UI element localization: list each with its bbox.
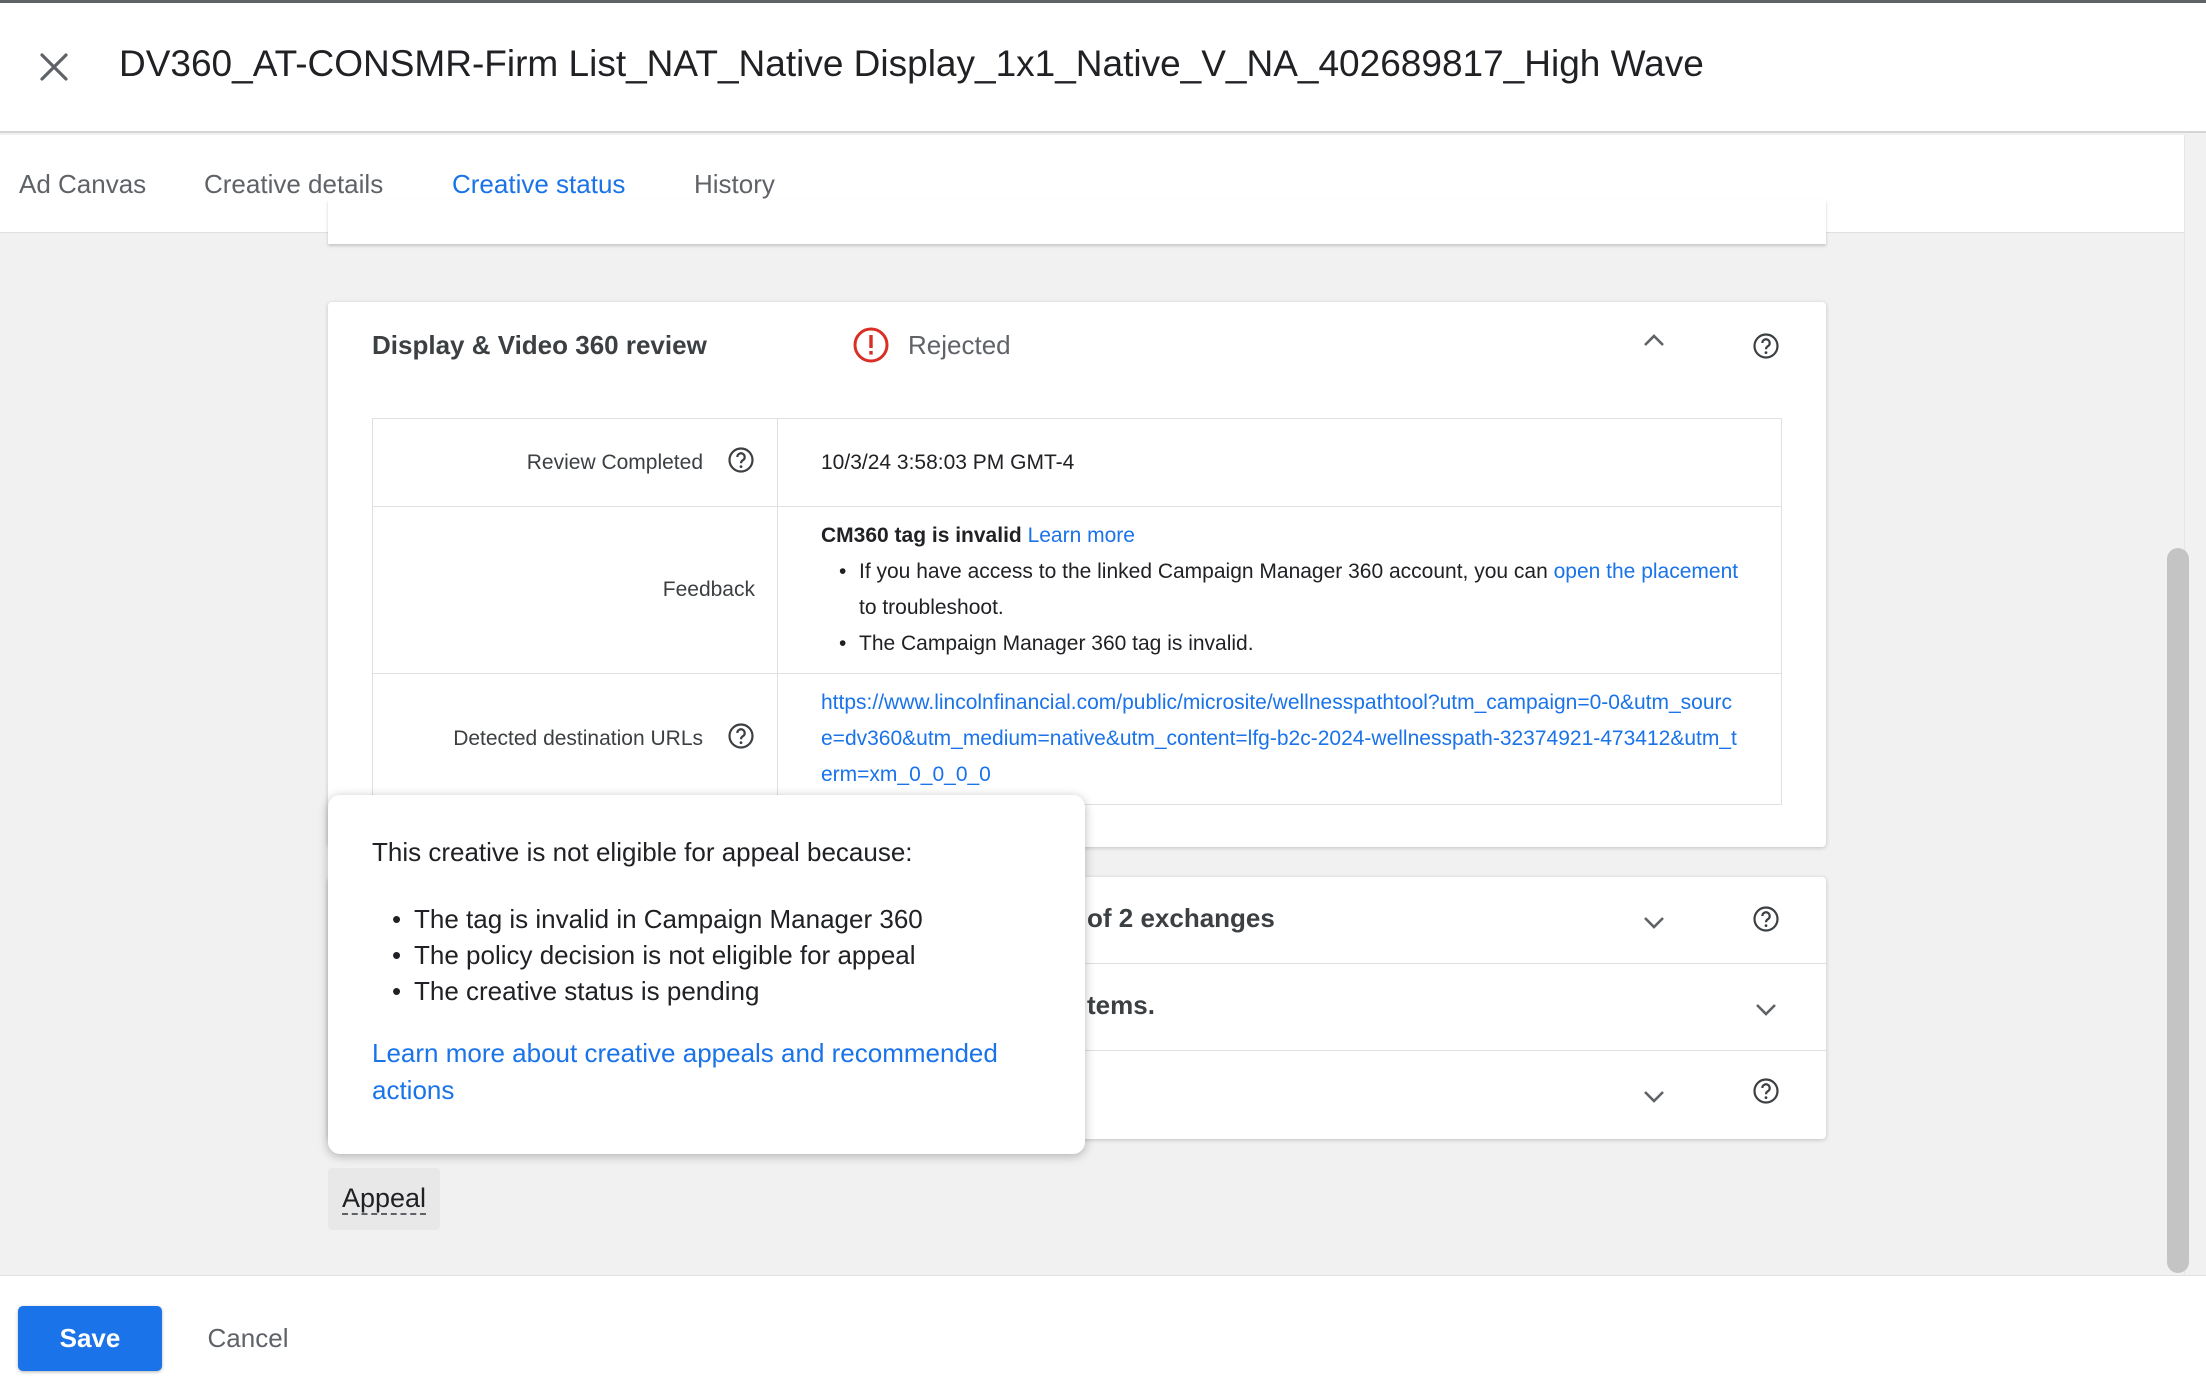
tab-ad-canvas[interactable]: Ad Canvas [19,135,146,233]
feedback-learn-more-link[interactable]: Learn more [1028,524,1135,547]
close-button[interactable] [30,39,78,95]
cancel-button[interactable]: Cancel [188,1306,308,1371]
feedback-heading: CM360 tag is invalid [821,524,1022,547]
urls-label-cell: Detected destination URLs [372,673,778,805]
review-completed-help[interactable] [727,446,755,480]
collapse-button[interactable] [1634,320,1674,360]
exchanges-row-text: of 2 exchanges [1087,903,1275,933]
appeal-ineligible-popover: This creative is not eligible for appeal… [328,795,1085,1154]
table-row: Feedback CM360 tag is invalid Learn more… [372,506,1782,674]
popover-reasons-list: The tag is invalid in Campaign Manager 3… [372,901,923,1009]
help-icon [728,723,754,749]
chevron-down-icon [1644,917,1664,929]
help-icon [1753,906,1779,932]
feedback-label: Feedback [662,578,755,601]
status-text: Rejected [908,329,1011,360]
review-status: Rejected [852,326,1011,364]
review-completed-label: Review Completed [526,450,703,474]
destination-url-link[interactable]: https://www.lincolnfinancial.com/public/… [821,691,1737,786]
open-placement-link[interactable]: open the placement [1554,560,1738,583]
review-completed-label-cell: Review Completed [372,418,778,507]
error-icon [853,327,889,363]
feedback-value: CM360 tag is invalid Learn more If you h… [777,506,1782,674]
urls-help[interactable] [727,722,755,756]
feedback-bullet-suffix: to troubleshoot. [859,596,1004,619]
chevron-down-icon [1644,1091,1664,1103]
appeal-button[interactable]: Appeal [328,1168,440,1230]
review-details-table: Review Completed 10/3/24 3:58:03 PM GMT-… [372,418,1782,805]
list-item: The tag is invalid in Campaign Manager 3… [372,901,923,937]
table-row: Detected destination URLs https://www.li… [372,673,1782,805]
list-item: If you have access to the linked Campaig… [821,554,1741,626]
expand-button[interactable] [1746,990,1786,1030]
review-help-button[interactable] [1746,326,1786,366]
appeal-button-label: Appeal [341,1183,427,1215]
scrollbar-thumb[interactable] [2167,548,2189,1273]
review-card-title: Display & Video 360 review [372,330,707,360]
feedback-bullet-text: If you have access to the linked Campaig… [859,560,1548,583]
urls-label: Detected destination URLs [453,727,703,750]
appeals-learn-more-link[interactable]: Learn more about creative appeals and re… [372,1035,1052,1109]
expand-button[interactable] [1634,1077,1674,1117]
dv360-review-card: Display & Video 360 review Rejected Revi… [328,302,1826,847]
list-item: The policy decision is not eligible for … [372,937,923,973]
destination-url-cell: https://www.lincolnfinancial.com/public/… [777,673,1782,805]
feedback-list: If you have access to the linked Campaig… [821,554,1741,662]
exchanges-help-button[interactable] [1746,899,1786,939]
chevron-up-icon [1644,334,1664,346]
line-items-row-text: tems. [1087,990,1155,1020]
table-row: Review Completed 10/3/24 3:58:03 PM GMT-… [372,418,1782,507]
close-icon [40,53,68,81]
third-row-help-button[interactable] [1746,1071,1786,1111]
help-icon [728,446,754,473]
expand-button[interactable] [1634,903,1674,943]
popover-heading: This creative is not eligible for appeal… [372,837,913,867]
list-item: The creative status is pending [372,973,923,1009]
footer-bar: Save Cancel [0,1275,2206,1386]
help-icon [1753,1078,1779,1104]
feedback-label-cell: Feedback [372,506,778,674]
review-completed-value: 10/3/24 3:58:03 PM GMT-4 [777,418,1782,507]
chevron-down-icon [1756,1004,1776,1016]
previous-section-card [328,200,1826,244]
help-icon [1753,333,1779,359]
page-title: DV360_AT-CONSMR-Firm List_NAT_Native Dis… [119,43,1704,84]
list-item: The Campaign Manager 360 tag is invalid. [821,626,1741,662]
dialog-header: DV360_AT-CONSMR-Firm List_NAT_Native Dis… [0,3,2206,133]
save-button[interactable]: Save [18,1306,162,1371]
